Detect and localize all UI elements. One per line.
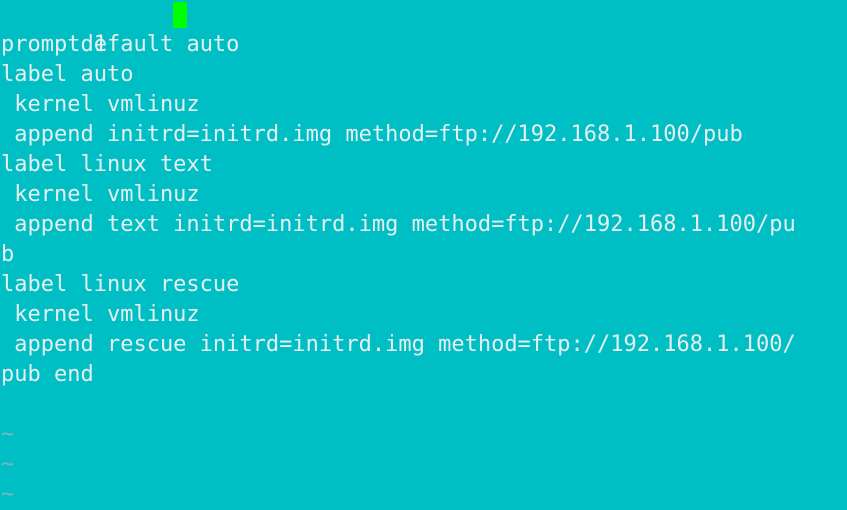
empty-line-marker: ~ <box>1 422 15 447</box>
buffer-line-wrapped[interactable]: b <box>0 240 847 270</box>
buffer-line[interactable]: append rescue initrd=initrd.img method=f… <box>0 330 847 360</box>
buffer-line[interactable]: label auto <box>0 60 847 90</box>
terminal-window[interactable]: default auto prompt 1 label auto kernel … <box>0 0 847 510</box>
buffer-line[interactable]: default auto <box>0 0 847 57</box>
buffer-blank-row <box>0 390 847 420</box>
text-cursor <box>173 2 187 28</box>
buffer-line[interactable]: kernel vmlinuz <box>0 90 847 120</box>
buffer-line[interactable]: append text initrd=initrd.img method=ftp… <box>0 210 847 240</box>
buffer-line[interactable]: kernel vmlinuz <box>0 180 847 210</box>
empty-line-marker: ~ <box>1 482 15 507</box>
buffer-line[interactable]: label linux text <box>0 150 847 180</box>
buffer-line-wrapped[interactable]: pub end <box>0 360 847 390</box>
buffer-line[interactable]: label linux rescue <box>0 270 847 300</box>
vim-text-buffer[interactable]: default auto prompt 1 label auto kernel … <box>0 0 847 510</box>
buffer-line[interactable]: append initrd=initrd.img method=ftp://19… <box>0 120 847 150</box>
empty-line-marker: ~ <box>1 452 15 477</box>
buffer-line[interactable]: kernel vmlinuz <box>0 300 847 330</box>
buffer-line[interactable]: prompt 1 <box>0 30 847 60</box>
